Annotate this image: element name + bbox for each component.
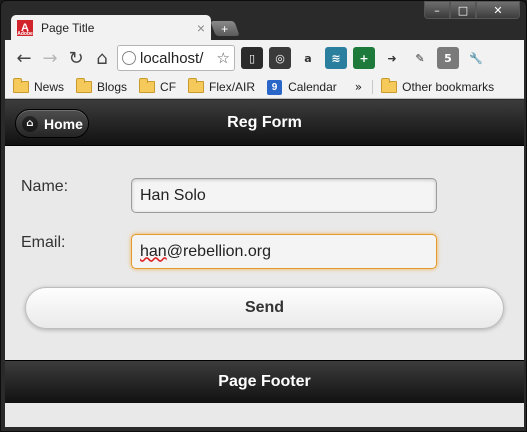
page-title: Reg Form: [227, 113, 302, 131]
name-field[interactable]: Han Solo: [131, 178, 437, 213]
bookmark-label: Blogs: [97, 80, 128, 94]
bookmark-label: CF: [160, 80, 177, 94]
bookmark-calendar-label: Calendar: [288, 80, 337, 94]
registration-form: Name: Han Solo Email: han @rebellion.org …: [5, 146, 524, 359]
home-button-label: Home: [44, 115, 83, 132]
name-value: Han Solo: [140, 186, 206, 204]
new-tab-button[interactable]: +: [210, 21, 240, 36]
folder-icon: [381, 78, 398, 93]
bookmark-label: News: [34, 80, 65, 94]
bookmark-news[interactable]: News: [13, 78, 65, 94]
browser-tab[interactable]: A Adobe Page Title ×: [11, 15, 211, 40]
maximize-button[interactable]: □: [450, 1, 476, 19]
bookmark-flex-air[interactable]: Flex/AIR: [188, 78, 256, 94]
email-domain-text: @rebellion.org: [166, 242, 271, 260]
folder-icon: [139, 78, 156, 93]
adobe-favicon-icon: A Adobe: [17, 19, 33, 37]
page-footer: Page Footer: [5, 360, 524, 403]
bookmarks-bar: News Blogs CF Flex/AIR 9 Calendar » Other b…: [5, 76, 524, 99]
email-label: Email:: [21, 234, 66, 251]
name-label: Name:: [21, 178, 69, 195]
close-window-button[interactable]: ✕: [476, 1, 520, 19]
send-button[interactable]: Send: [25, 287, 504, 329]
home-icon[interactable]: ⌂: [89, 45, 115, 71]
wrench-icon[interactable]: 🔧: [465, 47, 487, 69]
extension-stack-icon[interactable]: 5: [437, 47, 459, 69]
extension-eyedropper-icon[interactable]: ✎: [409, 47, 431, 69]
home-icon: ⌂: [22, 115, 38, 132]
extension-colorwheel-icon[interactable]: ◎: [269, 47, 291, 69]
extension-device-icon[interactable]: ➜: [381, 47, 403, 69]
email-field[interactable]: han @rebellion.org: [131, 234, 437, 269]
reload-icon[interactable]: ↻: [63, 45, 89, 71]
bookmark-blogs[interactable]: Blogs: [76, 78, 128, 94]
favicon-small-text: Adobe: [17, 30, 33, 37]
bookmark-calendar[interactable]: 9 Calendar: [267, 79, 337, 95]
bookmark-label: Flex/AIR: [209, 80, 256, 94]
other-bookmarks-label: Other bookmarks: [402, 80, 495, 94]
back-icon[interactable]: ←: [11, 45, 37, 71]
bookmark-folders: News Blogs CF Flex/AIR: [13, 78, 267, 94]
browser-window: – □ ✕ A Adobe Page Title × + ← → ↻ ⌂ loc…: [0, 0, 527, 432]
bookmarks-overflow-icon[interactable]: »: [355, 80, 362, 94]
extension-amazon-icon[interactable]: a: [297, 47, 319, 69]
window-controls: – □ ✕: [424, 1, 520, 19]
minimize-button[interactable]: –: [424, 1, 450, 19]
new-tab-plus-icon: +: [221, 21, 229, 36]
footer-title: Page Footer: [218, 373, 311, 390]
globe-icon: [122, 51, 136, 65]
tab-title: Page Title: [41, 20, 95, 35]
bookmark-star-icon[interactable]: ☆: [217, 49, 230, 67]
tab-close-icon[interactable]: ×: [197, 20, 205, 36]
other-bookmarks[interactable]: Other bookmarks: [372, 78, 495, 94]
extension-phone-icon[interactable]: ▯: [241, 47, 263, 69]
extension-wave-icon[interactable]: ≋: [325, 47, 347, 69]
page-content: ⌂ Home Reg Form Name: Han Solo Email: ha…: [5, 100, 524, 427]
forward-icon[interactable]: →: [37, 45, 63, 71]
calendar-icon: 9: [267, 79, 283, 95]
browser-toolbar: ← → ↻ ⌂ localhost/ ☆ ▯ ◎ a ≋ + ➜ ✎ 5 🔧: [5, 40, 524, 76]
folder-icon: [188, 78, 205, 93]
url-text: localhost/: [140, 49, 204, 67]
folder-icon: [76, 78, 93, 93]
folder-icon: [13, 78, 29, 93]
page-header: ⌂ Home Reg Form: [5, 100, 524, 146]
bookmark-cf[interactable]: CF: [139, 78, 177, 94]
email-user-text: han: [140, 242, 167, 260]
home-button[interactable]: ⌂ Home: [15, 109, 89, 138]
extensions-area: ▯ ◎ a ≋ + ➜ ✎ 5 🔧: [235, 47, 487, 69]
extension-plus-icon[interactable]: +: [353, 47, 375, 69]
address-bar[interactable]: localhost/ ☆: [117, 45, 235, 71]
